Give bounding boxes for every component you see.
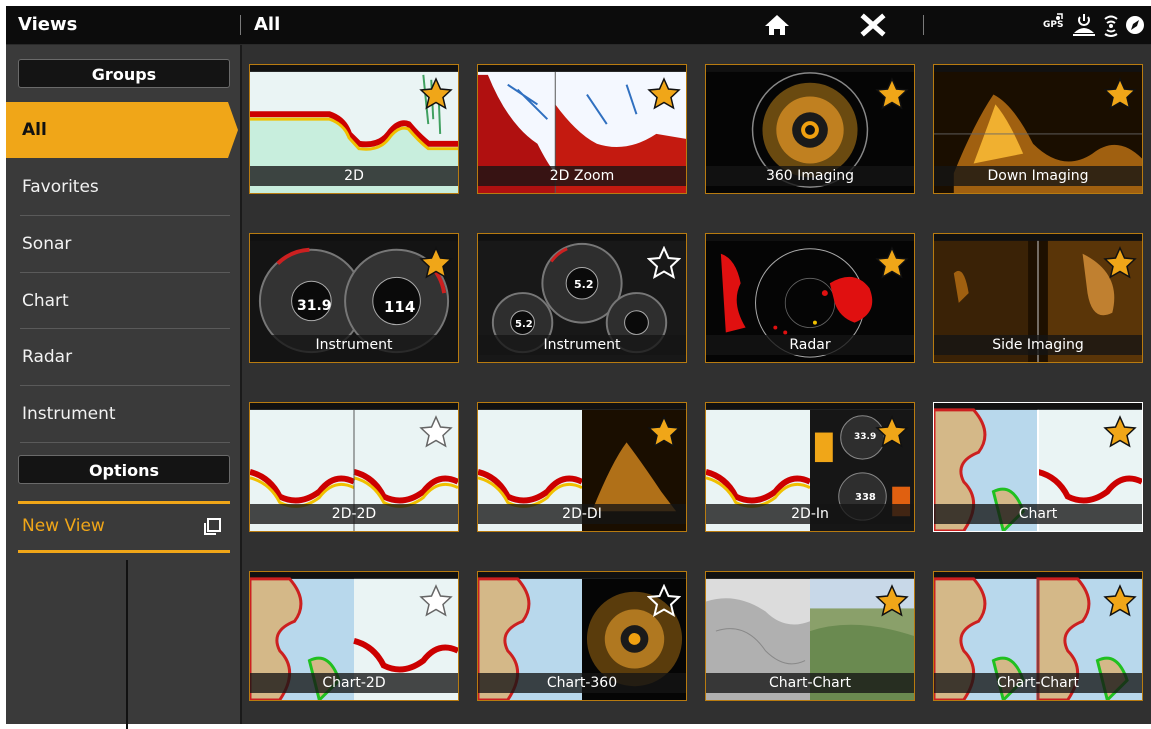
new-view-label: New View [22,516,105,536]
view-tile-side-imaging[interactable]: Side Imaging [933,233,1143,363]
view-tile-360-imaging[interactable]: 360 Imaging [705,64,915,194]
views-grid: 2D 2D Zoom 360 Imaging Down Imaging 31.9… [249,64,1145,714]
view-tile-instrument-2[interactable]: 5.2 5.2 Instrument [477,233,687,363]
favorite-star-icon[interactable] [875,77,909,111]
view-tile-down-imaging[interactable]: Down Imaging [933,64,1143,194]
group-item-label: Radar [22,347,73,367]
view-tile-label: Instrument [250,335,458,355]
view-tile-label: Instrument [478,335,686,355]
view-tile-chart-chart[interactable]: Chart-Chart [933,571,1143,701]
transducer-broadcast-icon [1104,15,1118,37]
group-item-sonar[interactable]: Sonar [6,216,232,272]
compass-icon [1126,16,1144,34]
gps-label: GPS [1043,20,1064,30]
view-tile-label: Radar [706,335,914,355]
gauge-readout: 114 [384,298,416,316]
gauge-readout: 33.9 [854,432,877,442]
current-group-title: All [254,14,281,35]
view-tile-label: 2D-In [706,504,914,524]
close-button[interactable] [858,11,888,39]
view-tile-label: Down Imaging [934,166,1142,186]
top-bar: Views All GPS [6,6,1151,45]
view-tile-2d-di[interactable]: 2D-DI [477,402,687,532]
view-tile-label: Side Imaging [934,335,1142,355]
group-item-radar[interactable]: Radar [6,329,232,385]
view-tile-2d[interactable]: 2D [249,64,459,194]
view-tile-2d-zoom[interactable]: 2D Zoom [477,64,687,194]
sonar-status-icon [1073,14,1095,36]
group-item-instrument[interactable]: Instrument [6,386,232,442]
new-window-icon [204,518,221,535]
group-item-all[interactable]: All [6,102,238,158]
group-item-chart[interactable]: Chart [6,273,232,329]
view-tile-instrument-1[interactable]: 31.9 114 Instrument [249,233,459,363]
group-item-label: Instrument [22,404,116,424]
favorite-star-outline-icon[interactable] [419,584,453,618]
group-item-favorites[interactable]: Favorites [6,159,232,215]
view-tile-2d-2d[interactable]: 2D-2D [249,402,459,532]
group-item-label: Sonar [22,234,72,254]
options-header: Options [18,455,230,484]
view-tile-radar[interactable]: Radar [705,233,915,363]
favorite-star-outline-icon[interactable] [419,415,453,449]
favorite-star-icon[interactable] [875,584,909,618]
gauge-readout: 5.2 [515,319,533,330]
favorite-star-icon[interactable] [1103,77,1137,111]
view-tile-label: 360 Imaging [706,166,914,186]
favorite-star-icon[interactable] [419,246,453,280]
favorite-star-icon[interactable] [1103,246,1137,280]
sidebar-edge [240,45,242,724]
favorite-star-icon[interactable] [419,77,453,111]
favorite-star-outline-icon[interactable] [647,584,681,618]
view-tile-label: Chart [934,504,1142,524]
gauge-readout: 31.9 [297,298,332,314]
close-x-icon [860,13,886,37]
view-tile-chart-chart-satellite[interactable]: Chart-Chart [705,571,915,701]
view-tile-label: 2D-2D [250,504,458,524]
view-tile-label: Chart-Chart [934,673,1142,693]
selection-notch [228,102,238,158]
home-button[interactable] [762,11,792,39]
groups-header: Groups [18,59,230,88]
view-tile-label: Chart-Chart [706,673,914,693]
status-divider [923,15,924,35]
home-icon [765,15,789,35]
view-tile-chart[interactable]: Chart [933,402,1143,532]
views-title: Views [18,14,78,35]
view-tile-label: Chart-2D [250,673,458,693]
groups-sidebar: Groups All Favorites Sonar Chart Radar I… [6,45,240,724]
gauge-readout: 338 [855,492,876,503]
view-tile-chart-2d[interactable]: Chart-2D [249,571,459,701]
favorite-star-icon[interactable] [1103,584,1137,618]
favorite-star-icon[interactable] [647,415,681,449]
group-item-label: All [22,120,47,140]
view-tile-label: 2D Zoom [478,166,686,186]
favorite-star-icon[interactable] [1103,415,1137,449]
favorite-star-icon[interactable] [647,77,681,111]
gauge-readout: 5.2 [574,278,594,291]
group-item-label: Favorites [22,177,99,197]
view-tile-2d-in[interactable]: 33.9 338 2D-In [705,402,915,532]
topbar-divider [240,15,241,35]
favorite-star-outline-icon[interactable] [647,246,681,280]
group-divider [20,442,230,443]
favorite-star-icon[interactable] [875,415,909,449]
views-screen: Views All GPS Groups All Favorites Sonar… [6,6,1151,724]
view-tile-label: 2D [250,166,458,186]
favorite-star-icon[interactable] [875,246,909,280]
view-tile-label: 2D-DI [478,504,686,524]
callout-leader-line [126,560,128,729]
view-tile-label: Chart-360 [478,673,686,693]
group-item-label: Chart [22,291,69,311]
new-view-button[interactable]: New View [18,501,230,553]
view-tile-chart-360[interactable]: Chart-360 [477,571,687,701]
